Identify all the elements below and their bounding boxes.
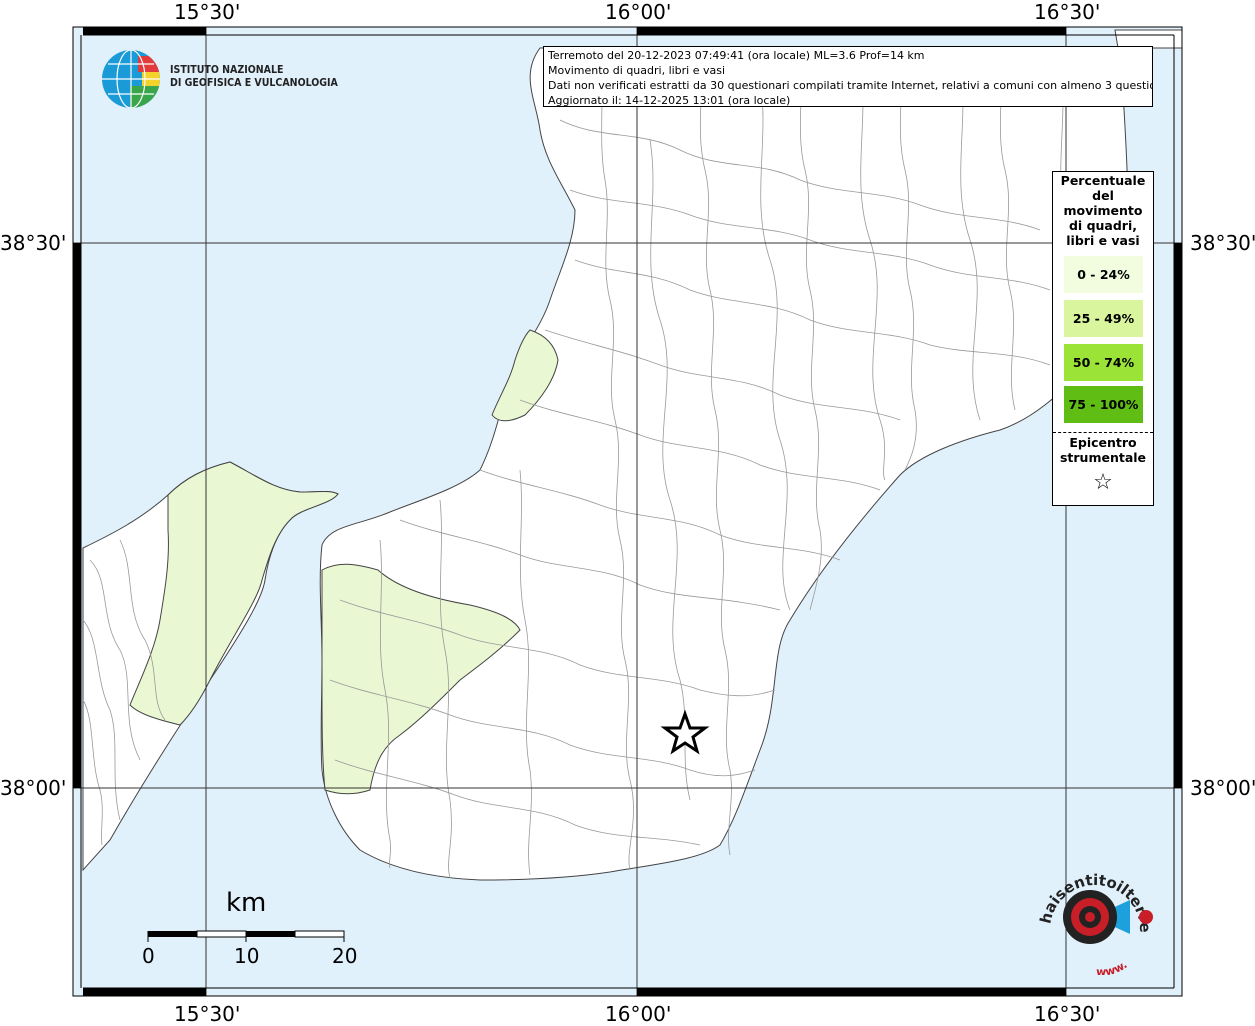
coord-left-2: 38°00' (0, 776, 67, 800)
scale-label-0: 0 (142, 944, 155, 968)
legend-title: Percentuale del movimento di quadri, lib… (1053, 173, 1153, 248)
legend-title-line: movimento (1063, 203, 1143, 218)
legend-title-line: di quadri, (1068, 218, 1137, 233)
scale-unit: km (226, 888, 267, 918)
ingv-logo-text: ISTITUTO NAZIONALE DI GEOFISICA E VULCAN… (170, 64, 338, 90)
svg-text:www.: www. (1096, 958, 1130, 975)
ingv-name-line: DI GEOFISICA E VULCANOLOGIA (170, 77, 338, 89)
legend-class-3: 75 - 100% (1064, 386, 1143, 423)
coord-top-1: 15°30' (174, 0, 241, 24)
coord-top-3: 16°30' (1034, 0, 1101, 24)
legend-title-line: del (1092, 188, 1114, 203)
legend-epicenter-line: strumentale (1059, 450, 1147, 465)
event-info-line: Dati non verificati estratti da 30 quest… (548, 79, 1153, 92)
event-info-line: Aggiornato il: 14-12-2025 13:01 (ora loc… (548, 94, 791, 107)
ingv-globe-icon (102, 50, 160, 108)
coord-bottom-1: 15°30' (174, 1002, 241, 1026)
scale-label-20: 20 (332, 944, 358, 968)
event-info-line: Terremoto del 20-12-2023 07:49:41 (ora l… (548, 49, 925, 62)
coord-bottom-3: 16°30' (1034, 1002, 1101, 1026)
legend-epicenter-line: Epicentro (1069, 435, 1137, 450)
event-info-line: Movimento di quadri, libri e vasi (548, 64, 726, 77)
legend-class-1: 25 - 49% (1064, 300, 1143, 337)
ingv-name-line: ISTITUTO NAZIONALE (170, 64, 284, 76)
coord-left-1: 38°30' (0, 231, 67, 255)
legend-epicenter-label: Epicentro strumentale (1053, 435, 1153, 465)
coord-top-2: 16°00' (605, 0, 672, 24)
coord-right-2: 38°00' (1190, 776, 1255, 800)
coord-bottom-2: 16°00' (605, 1002, 672, 1026)
event-info-box: Terremoto del 20-12-2023 07:49:41 (ora l… (543, 46, 1153, 107)
legend-separator (1053, 432, 1153, 433)
legend-title-line: Percentuale (1060, 173, 1146, 188)
coord-right-1: 38°30' (1190, 231, 1255, 255)
legend-star-icon: ☆ (1093, 470, 1113, 495)
legend-title-line: libri e vasi (1066, 233, 1140, 248)
hsit-logo-icon: haisentitoilterremoto.it www. (1030, 870, 1154, 975)
legend-class-2: 50 - 74% (1064, 344, 1143, 381)
hsit-logo-prefix: www. (1096, 958, 1130, 975)
legend-class-0: 0 - 24% (1064, 256, 1143, 293)
legend: Percentuale del movimento di quadri, lib… (1052, 171, 1154, 506)
scale-label-10: 10 (234, 944, 260, 968)
